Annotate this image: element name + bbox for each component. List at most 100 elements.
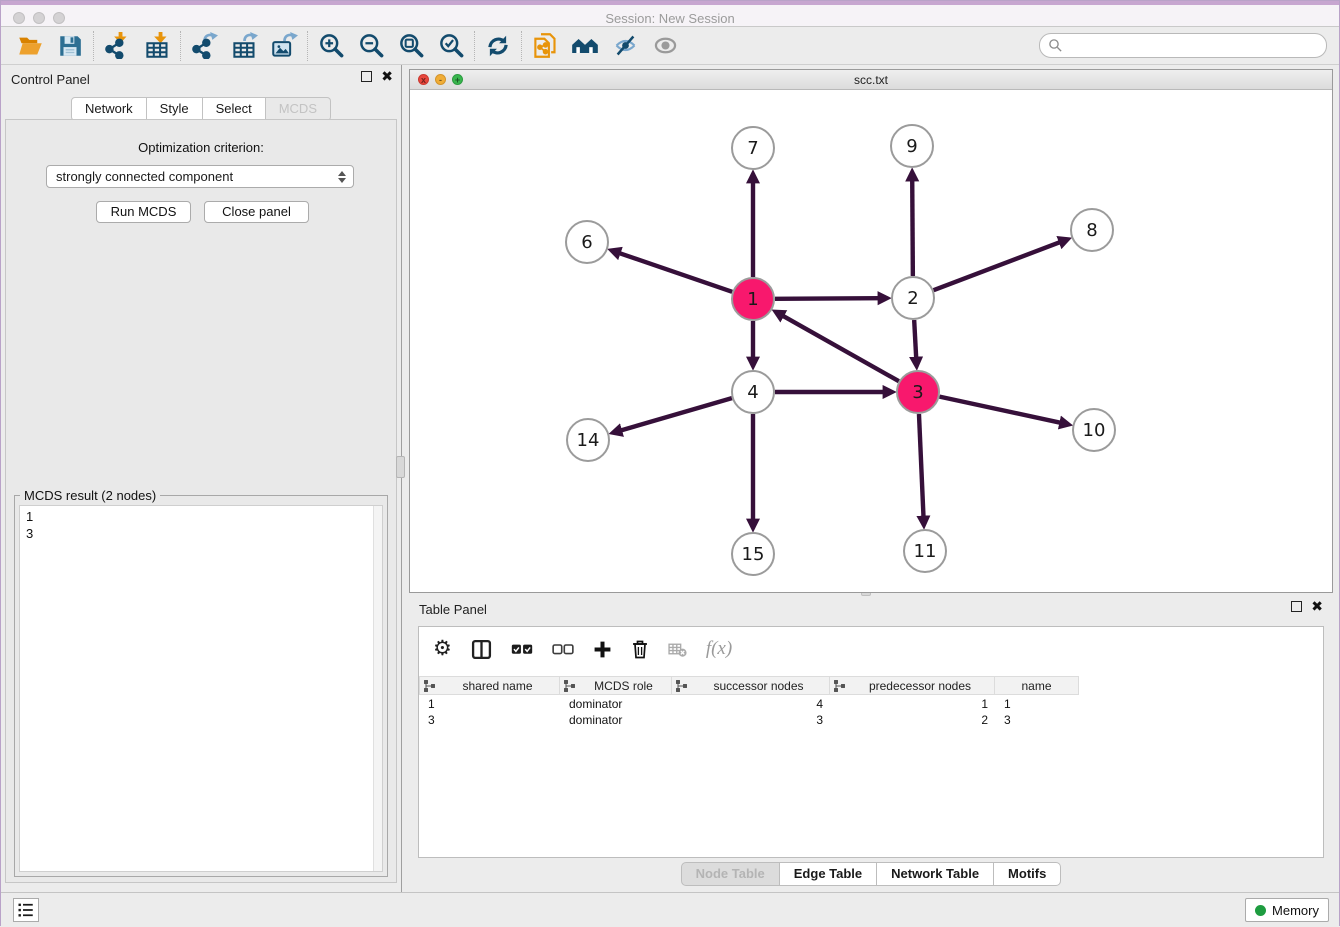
edge-3-1[interactable] — [783, 316, 899, 382]
tab-mcds[interactable]: MCDS — [266, 97, 331, 121]
vertical-divider-handle[interactable] — [396, 456, 405, 478]
tab-style[interactable]: Style — [147, 97, 203, 121]
graph-node-4[interactable]: 4 — [732, 371, 774, 413]
network-graph[interactable]: 7 9 6 8 1 2 4 3 14 10 15 11 — [411, 90, 1333, 593]
table-cell[interactable]: dominator — [561, 712, 673, 728]
panel-list-button[interactable] — [13, 898, 39, 922]
export-network-icon[interactable] — [190, 32, 218, 60]
graph-node-6[interactable]: 6 — [566, 221, 608, 263]
tab-motifs[interactable]: Motifs — [994, 862, 1061, 886]
settings-gear-icon[interactable]: ⚙ — [433, 636, 452, 662]
graph-node-8[interactable]: 8 — [1071, 209, 1113, 251]
open-file-icon[interactable] — [16, 32, 44, 60]
table-cell[interactable]: 1 — [996, 696, 1080, 712]
svg-text:4: 4 — [747, 382, 758, 403]
network-window-title: scc.txt — [410, 73, 1332, 87]
edge-2-9[interactable] — [912, 180, 913, 276]
mcds-result-title: MCDS result (2 nodes) — [20, 488, 160, 503]
zoom-out-icon[interactable] — [357, 32, 385, 60]
search-input[interactable] — [1063, 36, 1326, 56]
delete-column-icon[interactable] — [631, 636, 649, 662]
tab-select[interactable]: Select — [203, 97, 266, 121]
table-cell[interactable]: 1 — [420, 696, 561, 712]
graph-node-11[interactable]: 11 — [904, 530, 946, 572]
edge-1-6[interactable] — [619, 253, 732, 292]
tab-network-table[interactable]: Network Table — [877, 862, 994, 886]
optimization-criterion-select[interactable]: strongly connected component — [46, 165, 354, 188]
run-mcds-button[interactable]: Run MCDS — [96, 201, 191, 223]
column-header-MCDS-role[interactable]: MCDS role — [560, 676, 672, 695]
mcds-result-line: 3 — [26, 525, 376, 542]
toolbar-group — [7, 31, 94, 61]
table-cell[interactable]: 1 — [831, 696, 996, 712]
graph-node-15[interactable]: 15 — [732, 533, 774, 575]
column-label: name — [1021, 679, 1051, 693]
select-all-columns-icon[interactable] — [511, 636, 533, 662]
zoom-in-icon[interactable] — [317, 32, 345, 60]
duplicate-network-icon[interactable] — [531, 32, 559, 60]
table-header-row: shared name MCDS role successor nodesprede… — [419, 676, 1079, 695]
graph-node-9[interactable]: 9 — [891, 125, 933, 167]
edge-3-10[interactable] — [940, 397, 1061, 423]
refresh-layout-icon[interactable] — [484, 32, 512, 60]
column-label: MCDS role — [580, 679, 667, 693]
unselect-all-columns-icon[interactable] — [552, 636, 574, 662]
network-window-titlebar[interactable]: x - + scc.txt — [410, 70, 1332, 90]
result-scrollbar[interactable] — [373, 506, 382, 871]
graph-node-3[interactable]: 3 — [897, 371, 939, 413]
table-cell[interactable]: dominator — [561, 696, 673, 712]
mcds-result-group: MCDS result (2 nodes) 13 — [14, 495, 388, 877]
import-table-icon[interactable] — [143, 32, 171, 60]
memory-button[interactable]: Memory — [1245, 898, 1329, 922]
table-panel-float-icon[interactable] — [1291, 601, 1302, 612]
first-neighbors-icon[interactable] — [571, 32, 599, 60]
add-column-icon[interactable] — [593, 636, 612, 662]
zoom-fit-icon[interactable] — [397, 32, 425, 60]
table-row[interactable]: 1dominator411 — [420, 696, 1080, 712]
svg-text:2: 2 — [907, 288, 918, 309]
search-box[interactable] — [1039, 33, 1327, 58]
tab-network[interactable]: Network — [71, 97, 147, 121]
edge-4-14[interactable] — [621, 398, 732, 430]
table-row[interactable]: 3dominator323 — [420, 712, 1080, 728]
table-cell[interactable]: 3 — [996, 712, 1080, 728]
column-header-successor-nodes[interactable]: successor nodes — [672, 676, 830, 695]
graph-node-14[interactable]: 14 — [567, 419, 609, 461]
column-header-name[interactable]: name — [995, 676, 1079, 695]
hide-selected-icon[interactable] — [611, 32, 639, 60]
table-cell[interactable]: 3 — [673, 712, 831, 728]
show-all-icon[interactable] — [651, 32, 679, 60]
zoom-selected-icon[interactable] — [437, 32, 465, 60]
edge-1-2[interactable] — [775, 298, 879, 299]
table-cell[interactable]: 4 — [673, 696, 831, 712]
table-panel-close-icon[interactable]: ✖ — [1311, 601, 1323, 612]
edge-3-11[interactable] — [919, 414, 924, 517]
optimization-criterion-value: strongly connected component — [56, 169, 233, 184]
export-image-icon[interactable] — [270, 32, 298, 60]
table-toolbar: ⚙f(x) — [419, 627, 1323, 671]
edge-2-3[interactable] — [914, 320, 916, 358]
tab-edge-table[interactable]: Edge Table — [780, 862, 877, 886]
mcds-result-line: 1 — [26, 508, 376, 525]
export-table-icon[interactable] — [230, 32, 258, 60]
column-header-predecessor-nodes[interactable]: predecessor nodes — [830, 676, 995, 695]
graph-node-10[interactable]: 10 — [1073, 409, 1115, 451]
graph-node-7[interactable]: 7 — [732, 127, 774, 169]
import-network-icon[interactable] — [103, 32, 131, 60]
column-header-shared-name[interactable]: shared name — [419, 676, 560, 695]
graph-node-2[interactable]: 2 — [892, 277, 934, 319]
toggle-panel-icon[interactable] — [471, 636, 492, 662]
save-session-icon[interactable] — [56, 32, 84, 60]
table-panel: Table Panel ✖ ⚙f(x) shared nameMCDS role… — [409, 596, 1333, 892]
table-cell[interactable]: 2 — [831, 712, 996, 728]
optimization-criterion-label: Optimization criterion: — [6, 140, 396, 155]
control-panel-close-icon[interactable]: ✖ — [381, 71, 393, 82]
table-cell[interactable]: 3 — [420, 712, 561, 728]
mcds-result-textarea[interactable]: 13 — [19, 505, 383, 872]
control-panel-float-icon[interactable] — [361, 71, 372, 82]
edge-2-8[interactable] — [934, 242, 1061, 290]
tab-node-table[interactable]: Node Table — [681, 862, 780, 886]
close-panel-button[interactable]: Close panel — [204, 201, 309, 223]
control-panel-tabs: NetworkStyleSelectMCDS — [1, 97, 401, 121]
graph-node-1[interactable]: 1 — [732, 278, 774, 320]
